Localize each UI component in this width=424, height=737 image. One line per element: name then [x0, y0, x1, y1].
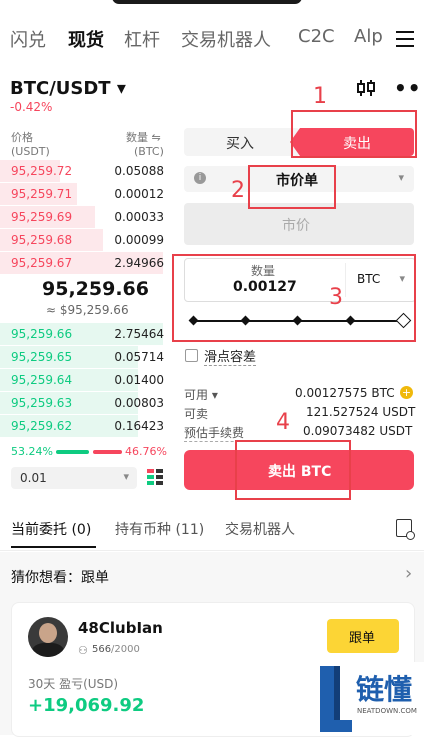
ask-price: 95,259.67	[11, 256, 73, 270]
watermark-url: NEATDOWN.COM	[357, 707, 417, 715]
notch	[112, 0, 302, 4]
qty-header[interactable]: 数量 ⇋	[126, 129, 161, 145]
tab-open-orders[interactable]: 当前委托 (0)	[11, 519, 91, 539]
add-funds-icon[interactable]: +	[400, 386, 413, 399]
tab-bots[interactable]: 交易机器人	[225, 519, 295, 539]
tab-holdings[interactable]: 持有币种 (11)	[115, 519, 204, 539]
chevron-down-icon: ▾	[123, 470, 129, 483]
annotation-number-2: 2	[231, 178, 245, 203]
orderbook-layout-icon[interactable]	[147, 469, 163, 487]
menu-icon[interactable]	[396, 30, 414, 47]
top-nav: 闪兑 现货 杠杆 交易机器人 C2C Alp	[0, 0, 424, 78]
precision-select[interactable]: 0.01 ▾	[11, 467, 137, 489]
ratio-bar	[56, 450, 122, 454]
ask-price: 95,259.71	[11, 187, 73, 201]
candlestick-chart-icon[interactable]	[355, 78, 377, 98]
followers-count: 566	[92, 644, 112, 655]
annotation-box-4	[235, 440, 351, 500]
ask-price: 95,259.68	[11, 233, 73, 247]
annotation-number-3: 3	[329, 285, 343, 310]
buy-tab[interactable]: 买入	[184, 128, 300, 156]
bid-row[interactable]: 95,259.65 0.05714	[0, 346, 172, 368]
annotation-box-1	[291, 110, 417, 158]
ask-row[interactable]: 95,259.69 0.00033	[0, 206, 172, 228]
followers-max: /2000	[111, 644, 140, 655]
followers-icon: ⚇	[78, 644, 88, 657]
ask-qty: 0.00099	[114, 233, 164, 247]
bid-qty: 2.75464	[114, 327, 164, 341]
bid-qty: 0.05714	[114, 350, 164, 364]
sell-ratio: 46.76%	[125, 445, 167, 458]
tab-margin[interactable]: 杠杆	[124, 26, 160, 52]
available-label[interactable]: 可用 ▾	[184, 386, 218, 403]
last-price: 95,259.66	[42, 278, 149, 300]
bid-qty: 0.01400	[114, 373, 164, 387]
annotation-number-4: 4	[276, 410, 290, 435]
bid-qty: 0.00803	[114, 396, 164, 410]
watermark: 链懂 NEATDOWN.COM	[316, 662, 424, 735]
chevron-down-icon: ▾	[398, 171, 404, 184]
avatar	[28, 617, 68, 657]
pnl-value: +19,069.92	[28, 695, 145, 716]
chevron-right-icon[interactable]: ›	[405, 563, 412, 584]
slippage-checkbox[interactable]	[185, 349, 198, 362]
bid-price: 95,259.65	[11, 350, 73, 364]
fee-value: 0.09073482 USDT	[303, 424, 413, 438]
price-header: 价格	[11, 131, 33, 144]
sellable-label: 可卖	[184, 407, 209, 421]
ask-qty: 2.94966	[114, 256, 164, 270]
more-icon[interactable]: •••	[394, 76, 424, 100]
trader-name: 48ClubIan	[78, 619, 163, 637]
price-input: 市价	[184, 203, 414, 245]
buy-ratio: 53.24%	[11, 445, 53, 458]
annotation-box-2	[248, 165, 336, 209]
tab-alpha[interactable]: Alp	[354, 26, 383, 47]
bid-qty: 0.16423	[114, 419, 164, 433]
follow-button[interactable]: 跟单	[327, 619, 399, 653]
ask-qty: 0.05088	[114, 164, 164, 178]
ask-row[interactable]: 95,259.71 0.00012	[0, 183, 172, 205]
last-price-fiat: ≈ $95,259.66	[46, 303, 129, 317]
tab-c2c[interactable]: C2C	[298, 26, 335, 47]
ask-row[interactable]: 95,259.67 2.94966	[0, 252, 172, 274]
bid-row[interactable]: 95,259.66 2.75464	[0, 323, 172, 345]
watermark-logo	[320, 666, 352, 732]
bid-row[interactable]: 95,259.64 0.01400	[0, 369, 172, 391]
ask-qty: 0.00012	[114, 187, 164, 201]
bid-price: 95,259.64	[11, 373, 73, 387]
bid-row[interactable]: 95,259.63 0.00803	[0, 392, 172, 414]
order-history-icon[interactable]	[396, 519, 415, 540]
qty-unit: (BTC)	[134, 145, 164, 158]
active-tab-indicator	[11, 546, 96, 548]
annotation-number-1: 1	[313, 84, 327, 109]
sellable-value: 121.527524 USDT	[306, 405, 416, 419]
ask-qty: 0.00033	[114, 210, 164, 224]
ask-price: 95,259.69	[11, 210, 73, 224]
annotation-box-3	[172, 254, 416, 342]
price-unit: (USDT)	[11, 145, 50, 158]
ask-price: 95,259.72	[11, 164, 73, 178]
pnl-label: 30天 盈亏(USD)	[28, 677, 119, 691]
available-value: 0.00127575 BTC	[295, 386, 395, 400]
watermark-brand: 链懂	[356, 673, 413, 706]
ask-row[interactable]: 95,259.72 0.05088	[0, 160, 172, 182]
bid-row[interactable]: 95,259.62 0.16423	[0, 415, 172, 437]
info-icon[interactable]: i	[194, 172, 206, 184]
bid-price: 95,259.66	[11, 327, 73, 341]
tab-convert[interactable]: 闪兑	[10, 26, 46, 52]
pair-selector[interactable]: BTC/USDT ▾	[10, 78, 126, 99]
tab-spot[interactable]: 现货	[68, 26, 104, 52]
tab-trading-bots[interactable]: 交易机器人	[181, 26, 271, 52]
guess-title: 猜你想看：跟单	[11, 570, 109, 586]
bid-price: 95,259.62	[11, 419, 73, 433]
ask-row[interactable]: 95,259.68 0.00099	[0, 229, 172, 251]
price-change: -0.42%	[10, 100, 53, 114]
slippage-label: 滑点容差	[204, 346, 257, 366]
bid-price: 95,259.63	[11, 396, 73, 410]
